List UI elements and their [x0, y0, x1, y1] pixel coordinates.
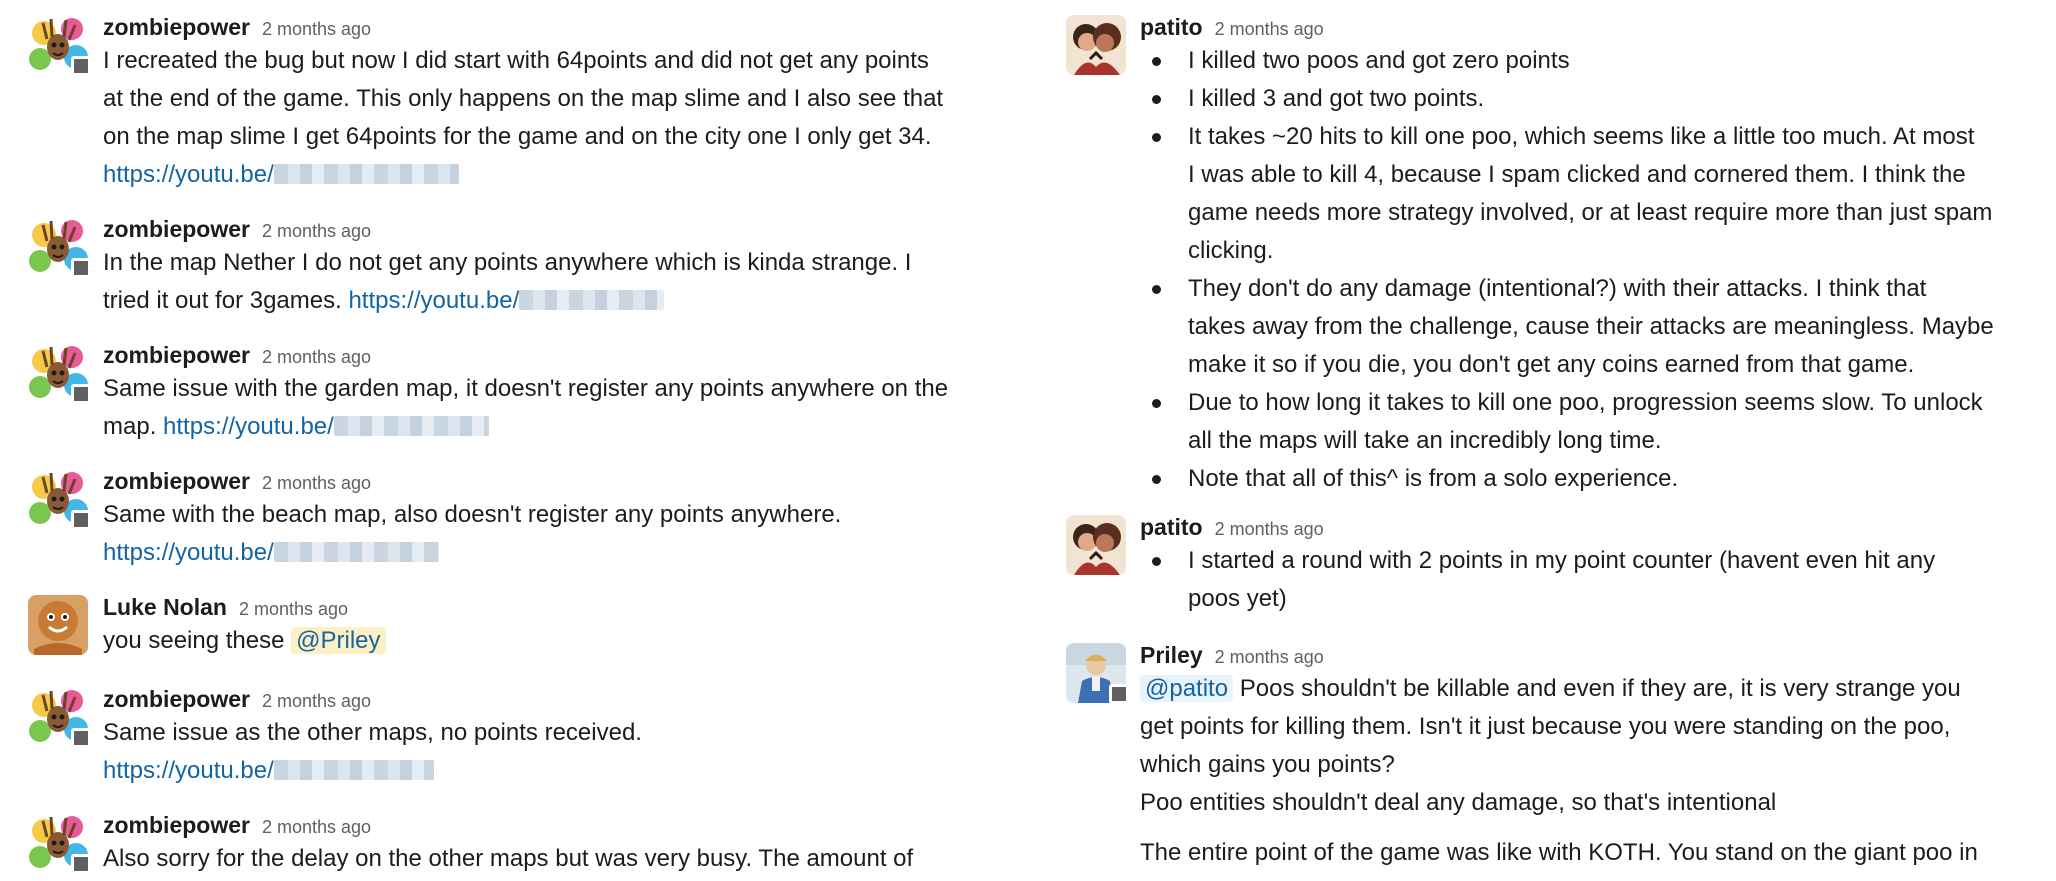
presence-status-icon: [71, 728, 91, 748]
patito-avatar[interactable]: [1066, 515, 1126, 575]
bullet-item: I killed two poos and got zero points: [1140, 42, 2056, 80]
author-name[interactable]: zombiepower: [103, 468, 250, 494]
presence-status-icon: [71, 56, 91, 76]
message-line: Also sorry for the delay on the other ma…: [103, 845, 914, 872]
bullet-item: Due to how long it takes to kill one poo…: [1140, 384, 2056, 460]
message-item[interactable]: zombiepower 2 months ago I recreated the …: [0, 12, 1020, 198]
presence-status-icon: [71, 854, 91, 874]
bullet-line: clicking.: [1188, 237, 1274, 264]
bullet-line: I started a round with 2 points in my po…: [1188, 547, 1936, 574]
bullet-line: They don't do any damage (intentional?) …: [1188, 275, 1927, 302]
bullet-line: make it so if you die, you don't get any…: [1188, 351, 1915, 378]
bullet-list: I killed two poos and got zero points I …: [1140, 42, 2056, 498]
patito-avatar[interactable]: [1066, 15, 1126, 75]
bullet-list: I started a round with 2 points in my po…: [1140, 542, 2056, 618]
author-name[interactable]: zombiepower: [103, 686, 250, 712]
author-name[interactable]: Priley: [1140, 642, 1203, 668]
youtube-link[interactable]: https://youtu.be/: [348, 287, 519, 314]
author-name[interactable]: zombiepower: [103, 14, 250, 40]
bullet-item: I started a round with 2 points in my po…: [1140, 542, 2056, 618]
message-text: Poos shouldn't be killable and even if t…: [1239, 675, 1961, 702]
presence-status-icon: [71, 510, 91, 530]
author-name[interactable]: Luke Nolan: [103, 594, 227, 620]
timestamp[interactable]: 2 months ago: [262, 473, 371, 493]
message-line: which gains you points?: [1140, 751, 1395, 778]
bullet-item: Note that all of this^ is from a solo ex…: [1140, 460, 2056, 498]
bullet-item: They don't do any damage (intentional?) …: [1140, 270, 2056, 384]
message-list-right: patito 2 months ago I killed two poos and…: [1050, 0, 2056, 881]
message-item[interactable]: Priley 2 months ago @patito Poos shouldn'…: [1050, 640, 2056, 881]
message-line: In the map Nether I do not get any point…: [103, 249, 912, 276]
youtube-link[interactable]: https://youtu.be/: [103, 161, 274, 188]
redacted-url: [519, 290, 665, 310]
timestamp[interactable]: 2 months ago: [262, 221, 371, 241]
message-line: I recreated the bug but now I did start …: [103, 47, 929, 74]
message-line: The entire point of the game was like wi…: [1140, 839, 1978, 866]
bullet-item: I killed 3 and got two points.: [1140, 80, 2056, 118]
bullet-line: It takes ~20 hits to kill one poo, which…: [1188, 123, 1975, 150]
message-item[interactable]: patito 2 months ago I killed two poos and…: [1050, 12, 2056, 502]
author-name[interactable]: patito: [1140, 514, 1203, 540]
message-line: Same issue as the other maps, no points …: [103, 719, 642, 746]
bullet-line: poos yet): [1188, 585, 1287, 612]
redacted-url: [273, 542, 439, 562]
presence-status-icon: [71, 258, 91, 278]
youtube-link[interactable]: https://youtu.be/: [163, 413, 334, 440]
user-mention[interactable]: @patito: [1140, 675, 1234, 702]
message-text: map.: [103, 413, 157, 440]
timestamp[interactable]: 2 months ago: [262, 817, 371, 837]
message-text: you seeing these: [103, 627, 285, 654]
timestamp[interactable]: 2 months ago: [1215, 519, 1324, 539]
author-name[interactable]: zombiepower: [103, 812, 250, 838]
gingerbread-avatar[interactable]: [28, 595, 88, 655]
timestamp[interactable]: 2 months ago: [1215, 19, 1324, 39]
bullet-line: Note that all of this^ is from a solo ex…: [1188, 465, 1679, 492]
message-line: Poo entities shouldn't deal any damage, …: [1140, 789, 1777, 816]
bullet-line: I killed two poos and got zero points: [1188, 47, 1570, 74]
presence-status-icon: [1109, 684, 1129, 704]
presence-status-icon: [71, 384, 91, 404]
message-line: Same issue with the garden map, it doesn…: [103, 375, 949, 402]
timestamp[interactable]: 2 months ago: [262, 347, 371, 367]
bullet-line: I killed 3 and got two points.: [1188, 85, 1485, 112]
message-line: get points for killing them. Isn't it ju…: [1140, 713, 1951, 740]
message-item[interactable]: patito 2 months ago I started a round wit…: [1050, 512, 2056, 628]
message-line: on the map slime I get 64points for the …: [103, 123, 932, 150]
timestamp[interactable]: 2 months ago: [239, 599, 348, 619]
bullet-line: all the maps will take an incredibly lon…: [1188, 427, 1662, 454]
message-list-left: zombiepower 2 months ago I recreated the …: [0, 0, 1020, 881]
author-name[interactable]: zombiepower: [103, 216, 250, 242]
author-name[interactable]: patito: [1140, 14, 1203, 40]
bullet-item: It takes ~20 hits to kill one poo, which…: [1140, 118, 2056, 270]
message-item[interactable]: zombiepower 2 months ago Also sorry for t…: [0, 810, 1020, 881]
user-mention[interactable]: @Priley: [291, 627, 386, 654]
message-item[interactable]: zombiepower 2 months ago In the map Nethe…: [0, 214, 1020, 324]
redacted-url: [273, 164, 459, 184]
author-name[interactable]: zombiepower: [103, 342, 250, 368]
message-item[interactable]: zombiepower 2 months ago Same issue as th…: [0, 684, 1020, 794]
timestamp[interactable]: 2 months ago: [262, 19, 371, 39]
message-line: at the end of the game. This only happen…: [103, 85, 944, 112]
timestamp[interactable]: 2 months ago: [262, 691, 371, 711]
message-line: Same with the beach map, also doesn't re…: [103, 501, 842, 528]
bullet-line: I was able to kill 4, because I spam cli…: [1188, 161, 1966, 188]
timestamp[interactable]: 2 months ago: [1215, 647, 1324, 667]
bullet-line: game needs more strategy involved, or at…: [1188, 199, 1993, 226]
message-item[interactable]: Luke Nolan 2 months ago you seeing these …: [0, 592, 1020, 672]
message-text: tried it out for 3games.: [103, 287, 342, 314]
youtube-link[interactable]: https://youtu.be/: [103, 539, 274, 566]
message-item[interactable]: zombiepower 2 months ago Same with the be…: [0, 466, 1020, 576]
redacted-url: [333, 416, 489, 436]
bullet-line: Due to how long it takes to kill one poo…: [1188, 389, 1983, 416]
bullet-line: takes away from the challenge, cause the…: [1188, 313, 1994, 340]
message-item[interactable]: zombiepower 2 months ago Same issue with …: [0, 340, 1020, 450]
redacted-url: [273, 760, 434, 780]
youtube-link[interactable]: https://youtu.be/: [103, 757, 274, 784]
